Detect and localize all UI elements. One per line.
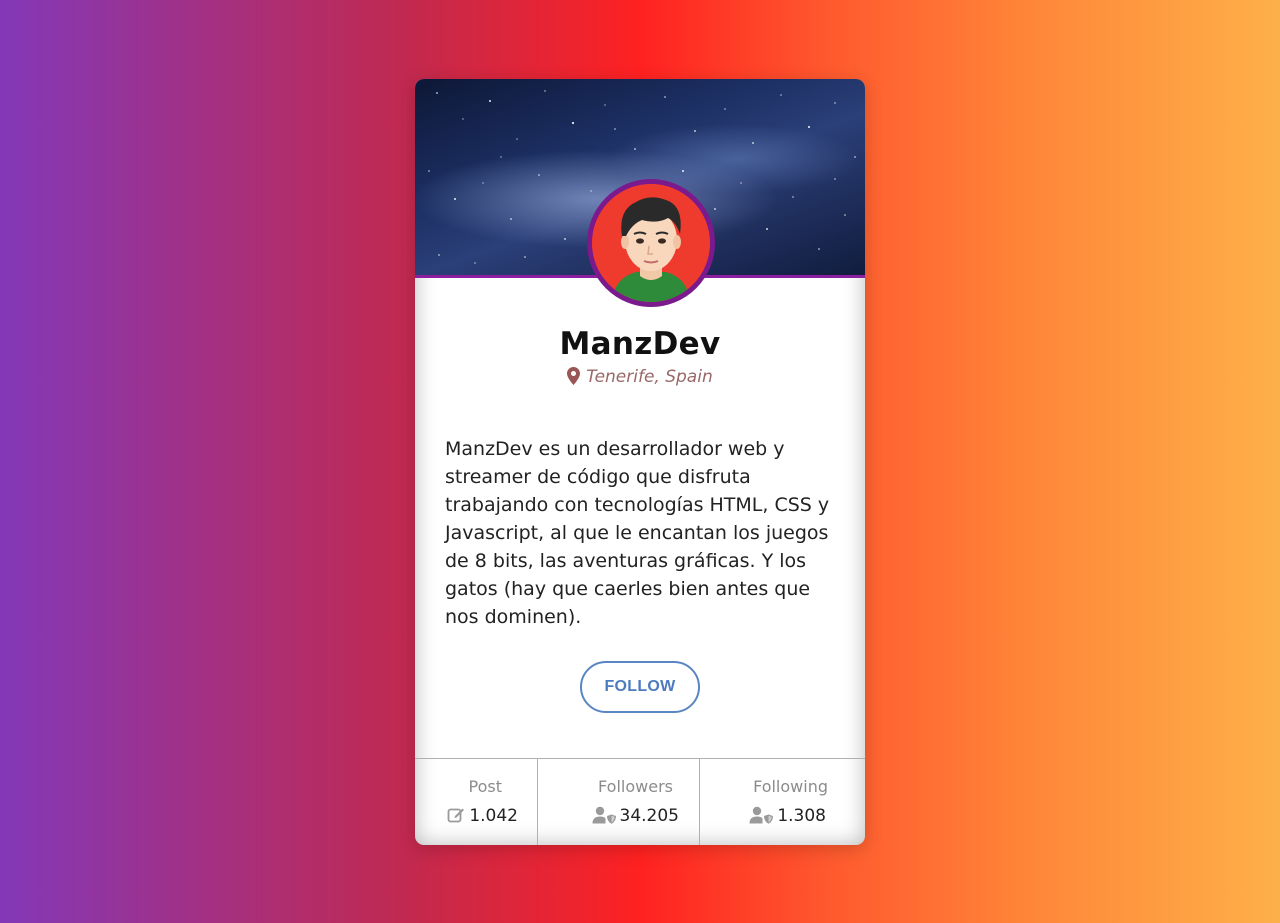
profile-bio: ManzDev es un desarrollador web y stream…	[445, 438, 830, 628]
stat-label: Post	[468, 777, 502, 796]
user-shield-icon	[749, 806, 774, 824]
stat-followers[interactable]: Followers 34.205	[537, 759, 699, 845]
stat-posts[interactable]: Post 1.042	[415, 759, 537, 845]
stat-following[interactable]: Following 1.308	[699, 759, 865, 845]
stat-label: Following	[753, 777, 828, 796]
avatar	[587, 179, 715, 307]
profile-card: ManzDev Tenerife, Spain ManzDev es un de…	[415, 79, 865, 845]
follow-button[interactable]: FOLLOW	[580, 661, 700, 713]
stats-bar: Post 1.042 Followers 34.205 Following 1.…	[415, 758, 865, 845]
stat-value: 1.308	[749, 806, 826, 826]
user-shield-icon	[592, 806, 616, 824]
map-marker-icon	[567, 367, 581, 390]
profile-location: Tenerife, Spain	[415, 367, 865, 390]
avatar-illustration	[592, 184, 710, 302]
edit-icon	[447, 808, 465, 823]
stat-value: 34.205	[592, 806, 679, 826]
profile-name: ManzDev	[559, 326, 721, 362]
stat-value: 1.042	[447, 806, 518, 826]
stat-label: Followers	[598, 777, 673, 796]
location-text: Tenerife, Spain	[586, 367, 713, 387]
